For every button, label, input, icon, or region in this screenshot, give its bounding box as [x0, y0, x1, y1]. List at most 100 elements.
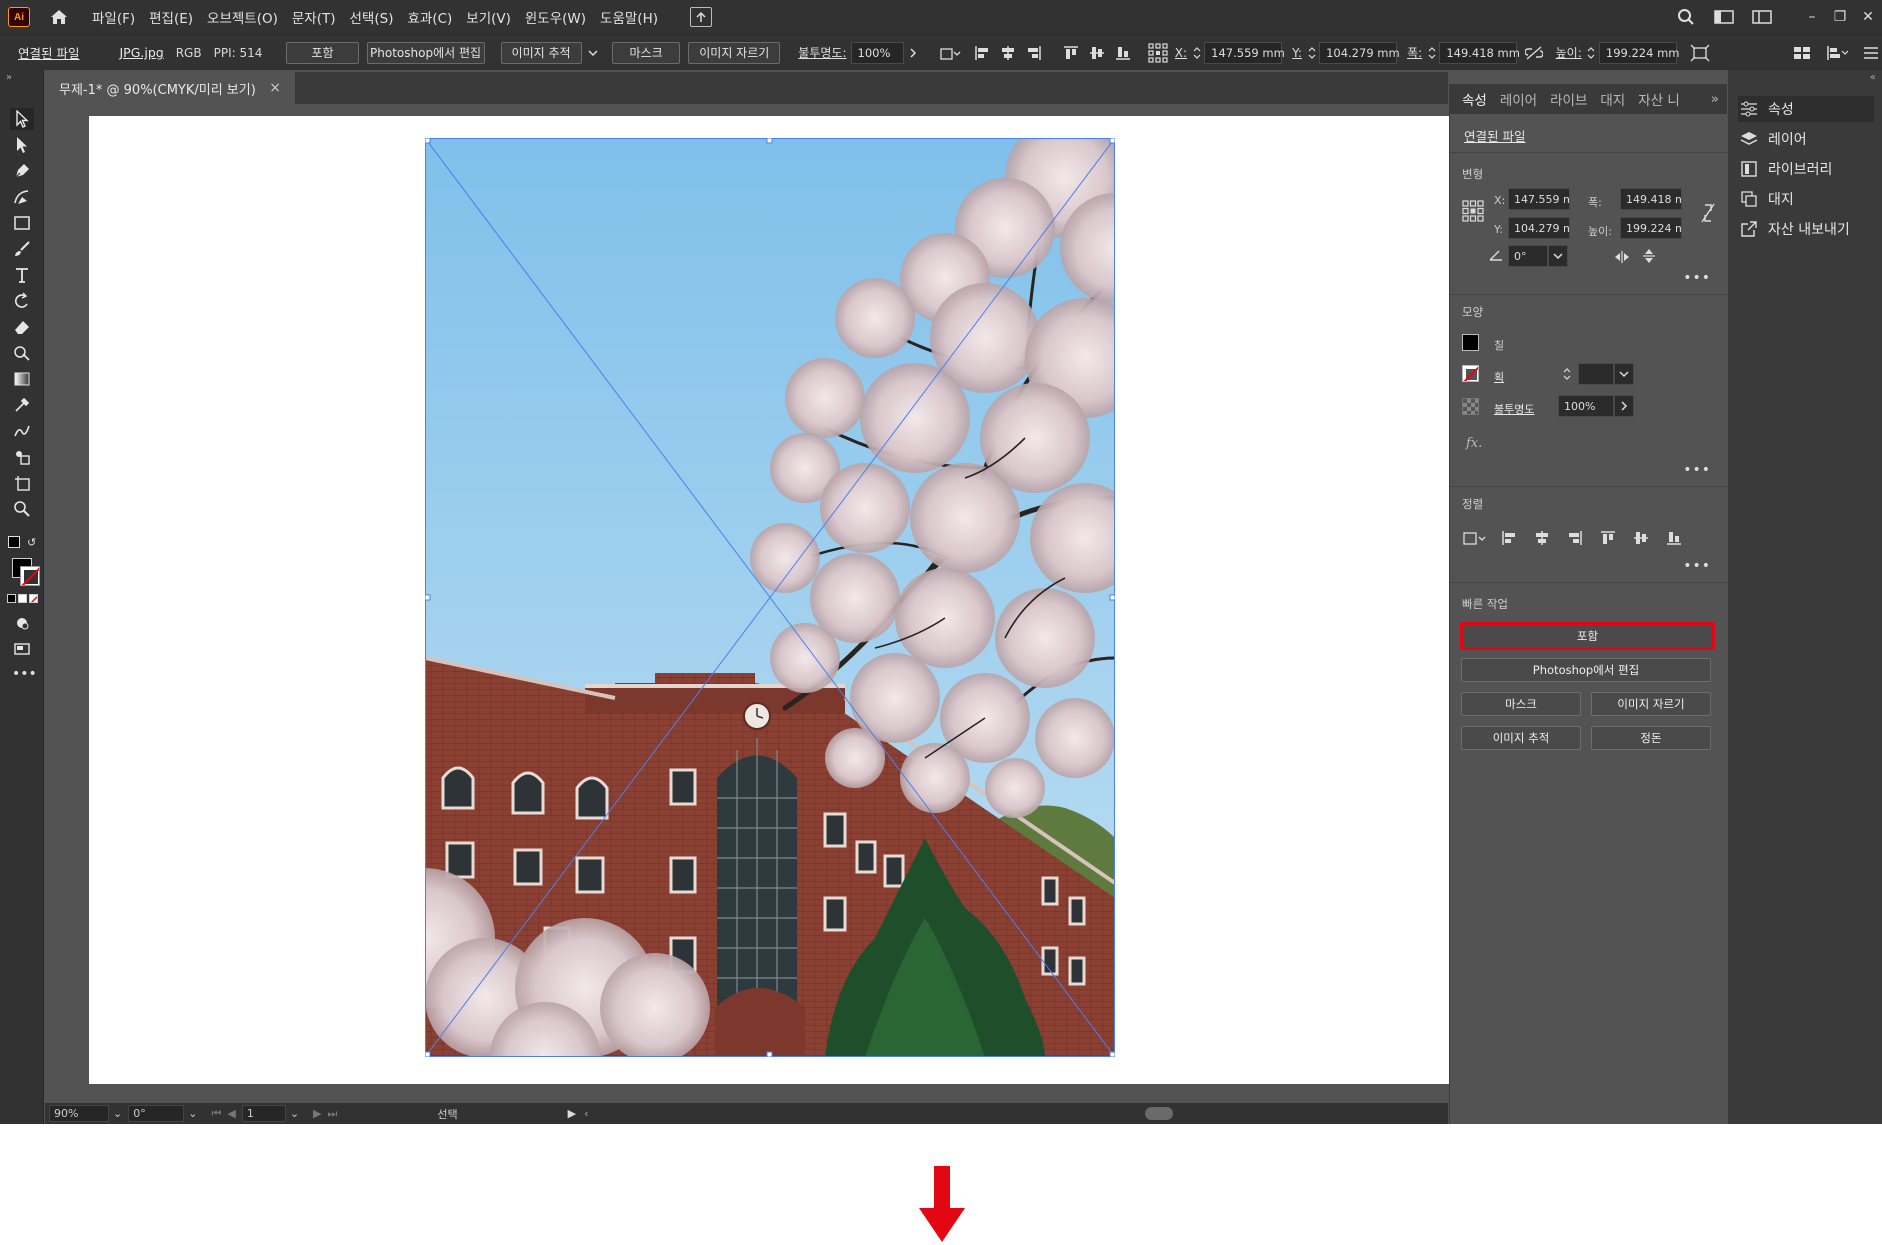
shape-builder-tool-icon[interactable] [10, 342, 34, 364]
control-filename[interactable]: JPG.jpg [119, 45, 163, 60]
tab-layers[interactable]: 레이어 [1500, 89, 1537, 109]
stroke-swatch[interactable] [1462, 365, 1479, 382]
none-mode-icon[interactable] [29, 594, 38, 603]
constrain-proportions-icon[interactable] [1523, 42, 1545, 64]
menu-edit[interactable]: 편집(E) [149, 7, 193, 27]
menu-view[interactable]: 보기(V) [466, 7, 511, 27]
flip-horizontal-icon[interactable] [1614, 250, 1630, 267]
align-vcenter-icon[interactable] [1086, 42, 1108, 64]
align-hcenter-icon[interactable] [1525, 530, 1558, 549]
last-artboard-icon[interactable]: ⏭ [328, 1107, 338, 1121]
control-width-field[interactable]: 149.418 mm [1439, 41, 1520, 64]
align-bottom-icon[interactable] [1112, 42, 1134, 64]
menu-file[interactable]: 파일(F) [92, 7, 135, 27]
dock-item-properties[interactable]: 속성 [1738, 96, 1874, 122]
chevron-right-icon[interactable] [1614, 395, 1634, 417]
close-tab-icon[interactable]: × [269, 80, 281, 96]
eyedropper-tool-icon[interactable] [10, 394, 34, 416]
fill-swatch[interactable] [1462, 334, 1479, 351]
align-to-icon[interactable] [938, 42, 960, 64]
tab-artboards[interactable]: 대지 [1600, 89, 1625, 109]
control-crop-button[interactable]: 이미지 자르기 [688, 41, 781, 64]
eraser-tool-icon[interactable] [10, 316, 34, 338]
flip-vertical-icon[interactable] [1642, 248, 1656, 267]
swap-colors-icon[interactable]: ↺ [27, 536, 36, 549]
crop-image-button[interactable]: 이미지 자르기 [1591, 692, 1711, 716]
embed-button[interactable]: 포함 [1460, 622, 1715, 650]
stepper-icon[interactable] [1586, 42, 1597, 64]
zoom-tool-icon[interactable] [10, 498, 34, 520]
stepper-icon[interactable] [1426, 42, 1437, 64]
gradient-tool-icon[interactable] [10, 368, 34, 390]
direct-selection-tool-icon[interactable] [10, 134, 34, 156]
horizontal-scrollbar-thumb[interactable] [1145, 1107, 1173, 1120]
stroke-color-swatch[interactable] [20, 566, 40, 586]
rotate-angle-field[interactable]: 0° [1508, 245, 1548, 267]
dock-item-asset-export[interactable]: 자산 내보내기 [1738, 216, 1874, 242]
menu-window[interactable]: 윈도우(W) [525, 7, 586, 27]
type-tool-icon[interactable] [10, 264, 34, 286]
control-linked-file-link[interactable]: 연결된 파일 [18, 43, 79, 62]
dock-item-libraries[interactable]: 라이브러리 [1738, 156, 1874, 182]
zoom-field[interactable]: 90% [49, 1105, 109, 1122]
appearance-more-options-icon[interactable]: ••• [1683, 462, 1711, 478]
transform-width-field[interactable]: 149.418 mr [1620, 188, 1682, 210]
distribute-icon[interactable] [1825, 42, 1848, 64]
tab-libraries[interactable]: 라이브 [1550, 89, 1587, 109]
transform-more-options-icon[interactable]: ••• [1683, 270, 1711, 286]
align-bottom-icon[interactable] [1657, 530, 1690, 549]
dock-item-layers[interactable]: 레이어 [1738, 126, 1874, 152]
transform-icon[interactable] [1689, 42, 1711, 64]
edit-toolbar-icon[interactable]: ••• [12, 666, 37, 682]
status-menu-icon[interactable]: ▶ [568, 1107, 576, 1120]
stepper-icon[interactable] [1191, 42, 1202, 64]
align-top-icon[interactable] [1060, 42, 1082, 64]
control-x-field[interactable]: 147.559 mm [1204, 41, 1285, 64]
document-tab[interactable]: 무제-1* @ 90%(CMYK/미리 보기) × [45, 72, 295, 104]
search-icon[interactable] [1674, 5, 1698, 29]
fx-icon[interactable]: fx. [1466, 436, 1482, 451]
close-window-icon[interactable]: ✕ [1854, 9, 1882, 25]
paintbrush-tool-icon[interactable] [10, 238, 34, 260]
chevron-down-icon[interactable]: ⌄ [188, 1107, 197, 1120]
home-icon[interactable] [46, 5, 72, 29]
reference-point-icon[interactable] [1146, 42, 1168, 64]
stepper-icon[interactable] [1306, 42, 1317, 64]
align-left-icon[interactable] [1492, 530, 1525, 549]
arrange-documents-icon[interactable] [1750, 5, 1774, 29]
default-colors-icon[interactable] [8, 536, 20, 548]
control-mask-button[interactable]: 마스크 [611, 41, 681, 64]
scroll-left-icon[interactable]: ‹ [584, 1107, 588, 1120]
menu-help[interactable]: 도움말(H) [600, 7, 658, 27]
align-hcenter-icon[interactable] [997, 42, 1019, 64]
chevron-down-icon[interactable] [582, 42, 604, 64]
panel-linked-file-link[interactable]: 연결된 파일 [1464, 126, 1525, 145]
menu-effect[interactable]: 효과(C) [407, 7, 452, 27]
menu-type[interactable]: 문자(T) [292, 7, 336, 27]
puppet-warp-tool-icon[interactable] [10, 420, 34, 442]
stroke-label[interactable]: 획 [1494, 369, 1504, 385]
rotation-field[interactable]: 0° [128, 1105, 185, 1122]
control-embed-button[interactable]: 포함 [286, 41, 359, 64]
workspace-icon[interactable] [1712, 5, 1736, 29]
constrain-proportions-icon[interactable] [1700, 202, 1716, 227]
tab-asset-export[interactable]: 자산 니 [1638, 89, 1680, 109]
prev-artboard-icon[interactable]: ◀ [227, 1107, 235, 1120]
control-edit-photoshop-button[interactable]: Photoshop에서 편집 [366, 41, 485, 64]
tab-properties[interactable]: 속성 [1462, 89, 1487, 109]
align-right-icon[interactable] [1023, 42, 1045, 64]
opacity-field[interactable]: 100% [1558, 395, 1614, 417]
transform-y-field[interactable]: 104.279 mr [1508, 217, 1570, 239]
align-left-icon[interactable] [971, 42, 993, 64]
dock-item-artboards[interactable]: 대지 [1738, 186, 1874, 212]
arrange-icon[interactable] [1791, 42, 1813, 64]
share-icon[interactable] [690, 7, 712, 27]
curvature-tool-icon[interactable] [10, 186, 34, 208]
collapse-toolbar-icon[interactable]: » [6, 72, 12, 83]
edit-in-photoshop-button[interactable]: Photoshop에서 편집 [1461, 658, 1711, 682]
reference-point-icon[interactable] [1462, 200, 1484, 225]
panel-expand-icon[interactable]: » [1711, 91, 1719, 107]
first-artboard-icon[interactable]: ⏮ [211, 1107, 221, 1121]
opacity-label[interactable]: 불투명도 [1494, 401, 1534, 417]
align-to-icon[interactable] [1462, 530, 1492, 549]
